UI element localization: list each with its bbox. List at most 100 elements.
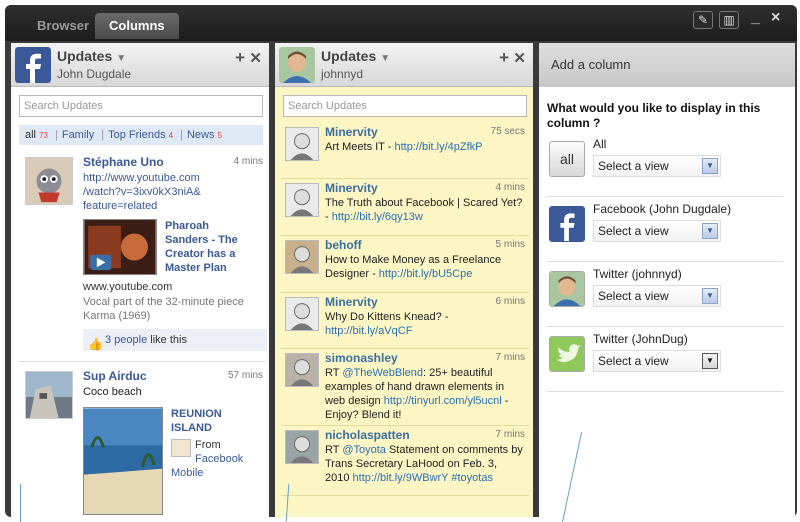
avatar[interactable] <box>279 47 315 83</box>
layout-icon[interactable]: ▥ <box>719 11 739 29</box>
tweet-text-part: Why Do Kittens Knead? - <box>325 311 449 323</box>
post-author[interactable]: Sup Airduc <box>83 369 147 383</box>
column-title[interactable]: Updates ▼ <box>321 48 390 64</box>
column-header: Updates ▼ johnnyd + ✕ <box>275 43 533 87</box>
add-icon[interactable]: + <box>499 48 509 68</box>
tweet-author[interactable]: Minervity <box>325 295 378 309</box>
attachment: Pharoah Sanders - The Creator has a Mast… <box>83 219 263 279</box>
facebook-logo-icon <box>15 47 51 83</box>
column-user: John Dugdale <box>57 67 132 81</box>
avatar[interactable] <box>25 371 73 419</box>
attachment: REUNION ISLAND From Facebook Mobile <box>83 407 263 517</box>
tweet-link[interactable]: http://bit.ly/9WBwrY <box>353 472 449 484</box>
search-input[interactable]: Search Updates <box>19 95 263 117</box>
view-select[interactable]: Select a view ▼ <box>593 350 721 372</box>
option-label: Facebook (John Dugdale) <box>593 202 732 216</box>
tweet-item: Minervity 4 mins The Truth about Facebook … <box>281 179 529 236</box>
tweet-link[interactable]: #toyotas <box>451 472 493 484</box>
view-select[interactable]: Select a view ▼ <box>593 220 721 242</box>
tweet-link[interactable]: http://bit.ly/6qy13w <box>332 211 423 223</box>
tweet-time: 7 mins <box>495 429 525 440</box>
tweet-text: RT @Toyota Statement on comments by Tran… <box>325 443 523 485</box>
tweet-text: RT @TheWebBlend: 25+ beautiful examples … <box>325 366 523 422</box>
avatar[interactable] <box>285 183 319 217</box>
divider <box>19 361 265 362</box>
tab-browser[interactable]: Browser <box>23 13 103 39</box>
avatar[interactable] <box>285 240 319 274</box>
from-label: From <box>195 439 221 451</box>
likes-bar: 👍 3 people like this <box>83 329 267 351</box>
filter-family[interactable]: Family <box>62 129 94 141</box>
add-icon[interactable]: + <box>235 48 245 68</box>
tweet-time: 6 mins <box>495 296 525 307</box>
tweet-text: Art Meets IT - http://bit.ly/4pZfkP <box>325 140 523 154</box>
tweet-item: behoff 5 mins How to Make Money as a Freel… <box>281 236 529 293</box>
panel-header: Add a column <box>539 43 795 87</box>
from-source-link-2[interactable]: Mobile <box>171 467 203 479</box>
tweet-time: 75 secs <box>490 126 525 137</box>
avatar[interactable] <box>25 157 73 205</box>
chevron-down-icon[interactable]: ▼ <box>702 158 718 174</box>
post-time: 57 mins <box>227 370 263 381</box>
option-label: All <box>593 137 607 151</box>
filter-all[interactable]: all 73 <box>25 129 48 141</box>
twitter-bird-icon[interactable] <box>549 336 585 372</box>
chevron-down-icon[interactable]: ▼ <box>702 223 718 239</box>
chevron-down-icon[interactable]: ▼ <box>380 53 390 64</box>
close-icon[interactable]: ✕ <box>249 49 262 67</box>
post-author[interactable]: Stéphane Uno <box>83 155 164 169</box>
avatar[interactable] <box>285 430 319 464</box>
option-twitter-johndug: Twitter (JohnDug) Select a view ▼ <box>547 330 783 392</box>
close-window-button[interactable]: × <box>771 9 780 27</box>
column-title[interactable]: Updates ▼ <box>57 48 126 64</box>
tweet-time: 5 mins <box>495 239 525 250</box>
tweet-link[interactable]: @TheWebBlend <box>342 367 423 379</box>
close-icon[interactable]: ✕ <box>513 49 526 67</box>
post-domain: www.youtube.com <box>83 281 173 293</box>
tweet-text: How to Make Money as a Freelance Designe… <box>325 253 523 281</box>
all-icon[interactable]: all <box>549 141 585 177</box>
search-input[interactable]: Search Updates <box>283 95 527 117</box>
chevron-down-icon[interactable]: ▼ <box>116 53 126 64</box>
tools-icon[interactable]: ✎ <box>693 11 713 29</box>
tweet-link[interactable]: http://bit.ly/4pZfkP <box>394 141 482 153</box>
filter-bar: all 73 | Family | Top Friends 4 | News 5 <box>19 125 263 145</box>
minimize-button[interactable]: _ <box>751 9 760 27</box>
filter-news[interactable]: News 5 <box>187 129 222 141</box>
avatar[interactable] <box>285 127 319 161</box>
tweet-link[interactable]: @Toyota <box>342 444 386 456</box>
view-select[interactable]: Select a view ▼ <box>593 285 721 307</box>
tweet-link[interactable]: http://bit.ly/bU5Cpe <box>379 268 473 280</box>
from-source-link[interactable]: Facebook <box>195 453 243 465</box>
chevron-down-icon[interactable]: ▼ <box>702 288 718 304</box>
option-all: all All Select a view ▼ <box>547 135 783 197</box>
photo-thumbnail[interactable] <box>83 407 163 515</box>
twitter-avatar[interactable] <box>549 271 585 307</box>
title-bar: Browser Columns ✎ ▥ _ × <box>5 5 797 41</box>
tweet-author[interactable]: Minervity <box>325 181 378 195</box>
list-item: Sup Airduc 57 mins Coco beach REUNION IS… <box>19 367 265 517</box>
tab-columns[interactable]: Columns <box>95 13 179 39</box>
app-window: Browser Columns ✎ ▥ _ × Updates ▼ John Du… <box>5 5 797 517</box>
tweet-author[interactable]: behoff <box>325 238 362 252</box>
avatar[interactable] <box>285 353 319 387</box>
tweet-author[interactable]: Minervity <box>325 125 378 139</box>
post-link[interactable]: http://www.youtube.com /watch?v=3ixv0kX3… <box>83 171 253 213</box>
video-thumbnail[interactable] <box>83 219 157 275</box>
tweet-author[interactable]: simonashley <box>325 351 398 365</box>
callout-line <box>20 484 21 522</box>
thumbs-up-icon: 👍 <box>88 337 103 351</box>
filter-top-friends[interactable]: Top Friends 4 <box>108 129 173 141</box>
facebook-icon[interactable] <box>549 206 585 242</box>
chevron-down-icon[interactable]: ▼ <box>702 353 718 369</box>
tweet-text-part: RT <box>325 367 343 379</box>
tweet-link[interactable]: http://tinyurl.com/yl5ucnl <box>384 395 502 407</box>
avatar[interactable] <box>285 297 319 331</box>
option-label: Twitter (JohnDug) <box>593 332 688 346</box>
tweet-text: The Truth about Facebook | Scared Yet? -… <box>325 196 523 224</box>
likes-link[interactable]: 3 people <box>105 334 147 346</box>
view-select[interactable]: Select a view ▼ <box>593 155 721 177</box>
tweet-item: Minervity 75 secs Art Meets IT - http://bi… <box>281 123 529 179</box>
tweet-link[interactable]: http://bit.ly/aVqCF <box>325 325 412 337</box>
tweet-author[interactable]: nicholaspatten <box>325 428 410 442</box>
